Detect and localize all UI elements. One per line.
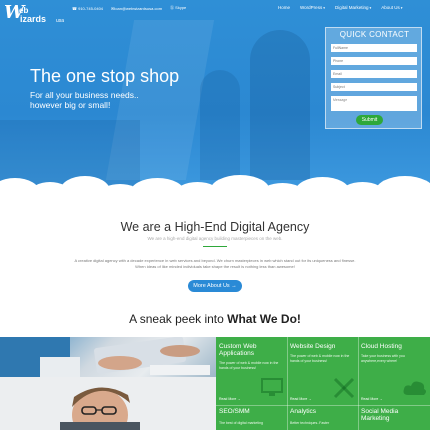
- nav-label: WordPress: [300, 5, 323, 10]
- service-description: The power of web & mobile now in the han…: [219, 361, 279, 370]
- logo-text: usa: [56, 18, 65, 24]
- hero-subline: however big or small!: [30, 100, 111, 110]
- nav-label: Digital Marketing: [334, 5, 369, 10]
- chevron-down-icon: ▾: [400, 6, 403, 10]
- service-title: Analytics: [290, 408, 317, 415]
- hero-headline: The one stop shop: [30, 66, 180, 86]
- service-description: The best of digital marketing: [219, 421, 263, 425]
- grid-divider: [216, 405, 430, 406]
- agency-subheading: We are a high-end digital agency buildin…: [147, 236, 283, 241]
- heading-divider: [203, 246, 227, 247]
- service-description: Better techniques..Faster: [290, 421, 330, 425]
- skype-link[interactable]: Ⓢ Skype: [170, 5, 186, 11]
- agency-description: A creative digital agency with a decade …: [74, 258, 356, 269]
- skype-icon: Ⓢ: [170, 5, 175, 10]
- service-title: SEO/SMM: [219, 408, 250, 415]
- nav-label: About Us: [381, 5, 400, 10]
- phone-field[interactable]: [331, 57, 417, 65]
- site-logo[interactable]: W eb izards usa: [4, 4, 66, 28]
- services-grid: Custom Web Applications The power of web…: [216, 337, 430, 430]
- service-card-custom-web-apps[interactable]: Custom Web Applications The power of web…: [216, 337, 287, 405]
- hero-photo-figure: [200, 70, 240, 180]
- service-description: Take your business with you anywhere,eve…: [361, 354, 405, 363]
- design-tools-icon: [333, 377, 355, 399]
- nav-label: Home: [278, 5, 291, 10]
- service-card-website-design[interactable]: Website Design The power of web & mobile…: [287, 337, 358, 405]
- cloud-shape: [375, 176, 430, 190]
- email-text: loan@webwizardsusa.com: [114, 5, 163, 11]
- contact-bar: ☎ 910-745-0404 ✉loan@webwizardsusa.com Ⓢ…: [72, 5, 186, 11]
- nav-item-wordpress[interactable]: WordPress▾: [300, 5, 325, 10]
- submit-button[interactable]: Submit: [356, 115, 383, 125]
- main-nav: Home WordPress▾ Digital Marketing▾ About…: [278, 5, 403, 10]
- phone-text: 910-745-0404: [78, 5, 104, 11]
- cloud-icon: [403, 381, 426, 395]
- read-more-link[interactable]: Read More →: [290, 397, 312, 401]
- service-card-social-media[interactable]: Social Media Marketing: [358, 406, 430, 430]
- nav-item-home[interactable]: Home: [278, 5, 290, 10]
- service-card-cloud-hosting[interactable]: Cloud Hosting Take your business with yo…: [358, 337, 430, 405]
- service-title: Cloud Hosting: [361, 343, 402, 350]
- email-field[interactable]: [331, 70, 417, 78]
- hero-subline: For all your business needs..: [30, 90, 139, 100]
- monitor-icon: [261, 378, 283, 396]
- skype-text: Skype: [175, 5, 187, 10]
- phone-link[interactable]: ☎ 910-745-0404: [72, 6, 103, 11]
- nav-item-about-us[interactable]: About Us▾: [381, 5, 402, 10]
- subject-field[interactable]: [331, 83, 417, 91]
- service-card-seo-smm[interactable]: SEO/SMM The best of digital marketing: [216, 406, 287, 430]
- service-title: Custom Web Applications: [219, 343, 257, 357]
- service-description: The power of web & mobile now in the han…: [290, 354, 350, 363]
- agency-heading: We are a High-End Digital Agency: [120, 220, 310, 234]
- services-heading-prefix: A sneak peek into: [129, 312, 228, 326]
- grid-divider: [358, 337, 359, 430]
- services-heading-bold: What We Do!: [227, 312, 301, 326]
- phone-icon: ☎: [72, 5, 77, 11]
- person-photo: [0, 377, 216, 430]
- workspace-photo: [0, 337, 216, 377]
- message-field[interactable]: Message: [331, 96, 417, 111]
- grid-divider: [287, 337, 288, 430]
- nav-item-digital-marketing[interactable]: Digital Marketing▾: [335, 5, 371, 10]
- email-link[interactable]: ✉loan@webwizardsusa.com: [111, 6, 162, 11]
- more-about-us-button[interactable]: More About Us →: [188, 280, 242, 292]
- page: W eb izards usa ☎ 910-745-0404 ✉loan@web…: [0, 0, 430, 430]
- read-more-link[interactable]: Read More →: [219, 397, 241, 401]
- read-more-link[interactable]: Read More →: [361, 397, 383, 401]
- logo-text: izards: [20, 14, 47, 24]
- fullname-field[interactable]: [331, 44, 417, 52]
- service-card-analytics[interactable]: Analytics Better techniques..Faster: [287, 406, 358, 430]
- chevron-down-icon: ▾: [323, 6, 325, 10]
- services-heading: A sneak peek into What We Do!: [0, 312, 430, 326]
- laptop-hands-image: [0, 337, 210, 377]
- service-title: Social Media Marketing: [361, 408, 399, 422]
- quick-contact-form: QUICK CONTACT: [325, 27, 422, 129]
- hero-photo-figure: [250, 30, 310, 180]
- service-title: Website Design: [290, 343, 336, 350]
- chevron-down-icon: ▾: [369, 6, 372, 10]
- man-with-glasses-image: [0, 377, 216, 430]
- quick-contact-title: QUICK CONTACT: [339, 30, 410, 39]
